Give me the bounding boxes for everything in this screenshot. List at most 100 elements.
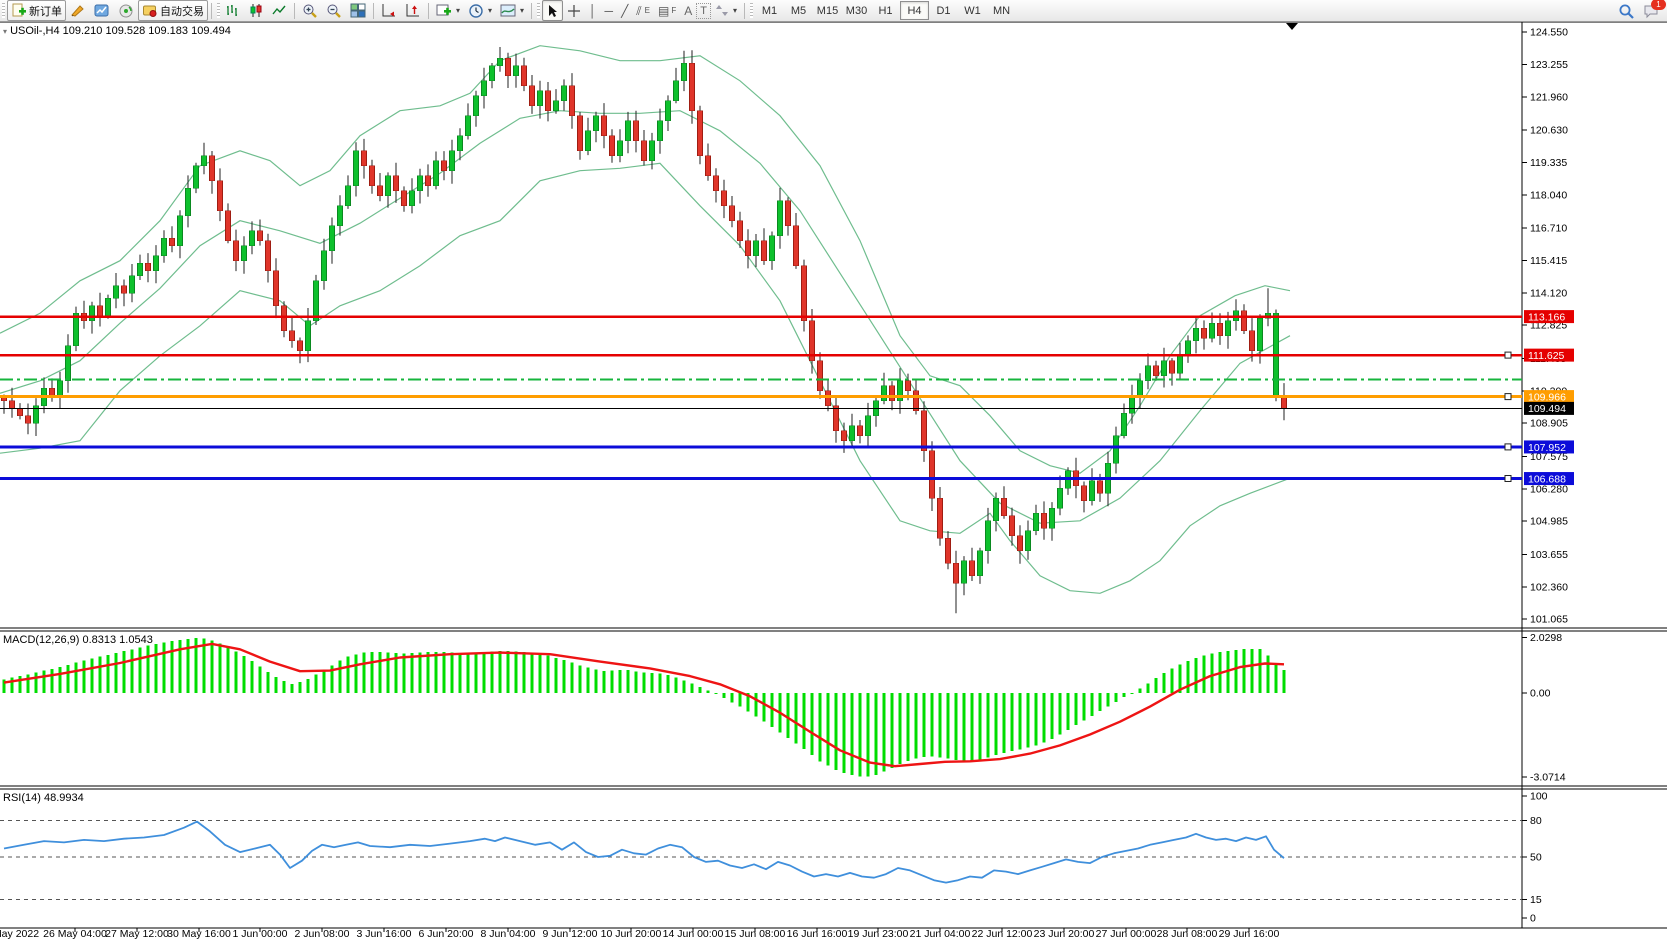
chart-shift-button[interactable]	[401, 0, 425, 21]
zoom-in-button[interactable]	[298, 0, 322, 21]
macd-hist-bar	[491, 652, 494, 693]
candle-body	[754, 241, 759, 256]
chart-surface[interactable]: 124.550123.255121.960120.630119.335118.0…	[0, 0, 1667, 940]
candle-body	[762, 241, 767, 261]
macd-hist-bar	[259, 666, 262, 693]
new-order-button[interactable]: 新订单	[7, 0, 66, 21]
macd-hist-bar	[267, 672, 270, 693]
line-chart-button[interactable]	[268, 0, 291, 21]
metaeditor-button[interactable]	[66, 0, 90, 21]
price-badge: 111.625	[1524, 349, 1574, 362]
candlestick-chart-button[interactable]	[245, 0, 268, 21]
candle-body	[418, 176, 423, 191]
cursor-button[interactable]	[542, 0, 563, 21]
time-label: 23 Jun 20:00	[1034, 928, 1095, 940]
candle-body	[58, 381, 63, 396]
macd-hist-bar	[1019, 693, 1022, 749]
macd-hist-bar	[1187, 661, 1190, 693]
arrows-tool-button[interactable]: ▾	[711, 0, 741, 21]
price-axis[interactable]: 124.550123.255121.960120.630119.335118.0…	[1522, 27, 1568, 626]
price-tick-label: 118.040	[1530, 189, 1567, 201]
chevron-down-icon: ▾	[520, 6, 524, 15]
macd-hist-bar	[1107, 693, 1110, 707]
candle-body	[1138, 381, 1143, 396]
crosshair-button[interactable]	[563, 0, 585, 21]
zoom-out-button[interactable]	[322, 0, 346, 21]
candle-body	[738, 221, 743, 241]
time-label: 14 Jun 00:00	[663, 928, 724, 940]
macd-hist-bar	[1059, 693, 1062, 735]
toolbar-grip	[217, 3, 220, 18]
macd-hist-bar	[371, 652, 374, 693]
candle-body	[826, 391, 831, 406]
macd-hist-bar	[603, 671, 606, 693]
new-chart-button[interactable]: ▾	[432, 0, 464, 21]
macd-hist-bar	[1155, 678, 1158, 693]
timeframe-m15-button[interactable]: M15	[813, 1, 842, 20]
signals-button[interactable]	[114, 0, 138, 21]
text-tool-button[interactable]: A	[680, 0, 696, 21]
macd-hist-bar	[643, 672, 646, 693]
macd-hist-bar	[755, 693, 758, 717]
timeframe-m5-button[interactable]: M5	[784, 1, 813, 20]
price-tick-label: 124.550	[1530, 27, 1568, 39]
macd-hist-bar	[59, 667, 62, 693]
macd-hist-bar	[203, 639, 206, 694]
auto-scroll-button[interactable]	[377, 0, 401, 21]
fibonacci-button[interactable]: ▤F	[654, 0, 680, 21]
period-button[interactable]: ▾	[464, 0, 496, 21]
macd-hist-bar	[1011, 693, 1014, 751]
time-axis[interactable]: May 202226 May 04:0027 May 12:0030 May 1…	[0, 928, 1280, 940]
candle-body	[1034, 513, 1039, 531]
timeframe-m1-button[interactable]: M1	[755, 1, 784, 20]
time-label: 22 Jun 12:00	[972, 928, 1033, 940]
label-tool-button[interactable]: T	[696, 3, 711, 19]
candle-body	[834, 406, 839, 431]
toolbar-separator	[428, 3, 429, 19]
candle-body	[978, 551, 983, 576]
time-label: 8 Jun 04:00	[481, 928, 536, 940]
hline-support-line-2[interactable]	[0, 476, 1522, 482]
candle-body	[802, 266, 807, 321]
vertical-line-button[interactable]: │	[585, 0, 601, 21]
label-tool-icon: T	[700, 5, 707, 17]
time-label: 27 Jun 00:00	[1096, 928, 1157, 940]
macd-pane[interactable]: 2.02980.00-3.0714	[3, 632, 1566, 783]
horizontal-line-button[interactable]: ─	[601, 0, 618, 21]
candle-body	[386, 176, 391, 196]
timeframe-h4-button[interactable]: H4	[900, 1, 929, 20]
search-icon-button[interactable]	[1614, 1, 1639, 22]
macd-hist-bar	[563, 660, 566, 693]
timeframe-w1-button[interactable]: W1	[958, 1, 987, 20]
timeframe-m30-button[interactable]: M30	[842, 1, 871, 20]
auto-trading-button[interactable]: 自动交易	[138, 0, 208, 21]
shift-marker-icon	[1286, 23, 1298, 30]
macd-hist-bar	[507, 651, 510, 693]
templates-button[interactable]: ▾	[496, 0, 528, 21]
candle-body	[906, 381, 911, 391]
macd-hist-bar	[547, 656, 550, 693]
hline-orange-level-line[interactable]	[0, 394, 1522, 400]
macd-hist-bar	[939, 693, 942, 757]
toolbar-grip	[750, 3, 753, 18]
macd-hist-bar	[99, 657, 102, 693]
crayon-icon	[70, 3, 86, 18]
rsi-axis-label: 50	[1530, 852, 1542, 864]
timeframe-d1-button[interactable]: D1	[929, 1, 958, 20]
tile-windows-button[interactable]	[346, 0, 370, 21]
rsi-axis-label: 15	[1530, 894, 1542, 906]
macd-hist-bar	[91, 658, 94, 693]
equidistant-channel-button[interactable]: ⫽E	[632, 0, 654, 21]
bar-chart-button[interactable]	[222, 0, 245, 21]
macd-hist-bar	[515, 651, 518, 693]
rsi-pane[interactable]: 1008050150	[0, 791, 1548, 925]
trendline-button[interactable]: ╱	[617, 0, 632, 21]
timeframe-mn-button[interactable]: MN	[987, 1, 1016, 20]
strategy-tester-button[interactable]	[90, 0, 114, 21]
hline-resistance-line-2[interactable]	[0, 352, 1522, 358]
candle-body	[506, 58, 511, 75]
hline-support-line-1[interactable]	[0, 444, 1522, 450]
timeframe-h1-button[interactable]: H1	[871, 1, 900, 20]
candle-body	[370, 166, 375, 186]
notifications-icon-button[interactable]: 1	[1639, 1, 1663, 22]
